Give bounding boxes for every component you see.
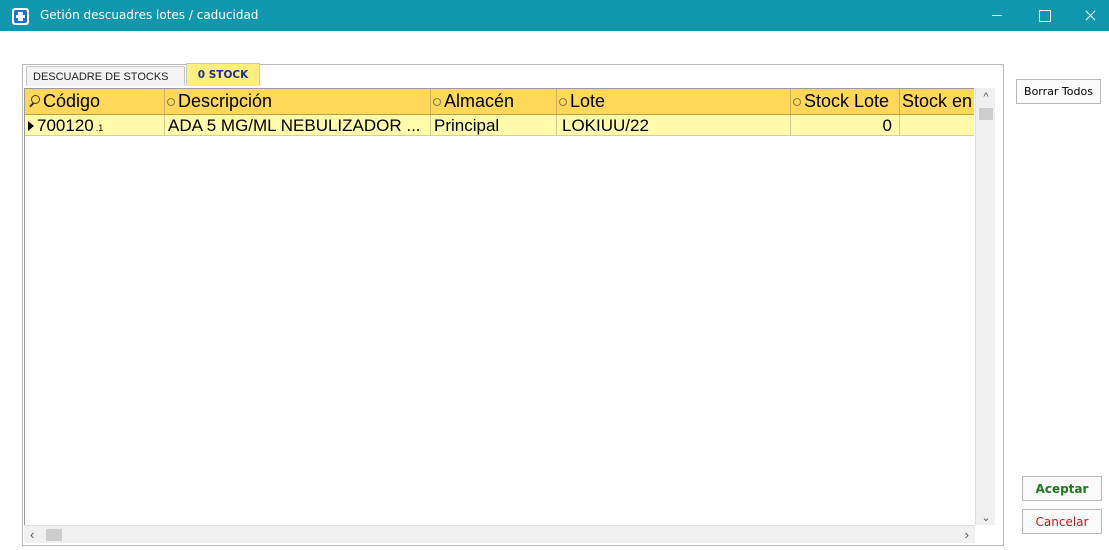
app-icon bbox=[12, 8, 29, 25]
sort-indicator-icon bbox=[793, 97, 801, 106]
scroll-right-icon[interactable]: › bbox=[965, 527, 969, 542]
vertical-scrollbar[interactable]: ^ ⌄ bbox=[975, 88, 995, 525]
column-label: Stock Lote bbox=[804, 91, 890, 111]
borrar-todos-button[interactable]: Borrar Todos bbox=[1016, 79, 1101, 104]
column-label: Lote bbox=[570, 91, 606, 111]
minimize-button[interactable] bbox=[974, 0, 1020, 31]
title-bar: Getión descuadres lotes / caducidad bbox=[0, 0, 1109, 31]
cell-lote: LOKIUU/22 bbox=[557, 115, 791, 136]
stock-grid: Código Descripción Almacén Lote Stock Lo… bbox=[24, 88, 974, 525]
cell-stock-lote: 0 bbox=[791, 115, 900, 136]
tab-descuadre-de-stocks[interactable]: DESCUADRE DE STOCKS bbox=[26, 66, 185, 86]
cancelar-button[interactable]: Cancelar bbox=[1022, 509, 1102, 534]
horizontal-scroll-thumb[interactable] bbox=[46, 529, 62, 541]
scroll-down-icon[interactable]: ⌄ bbox=[976, 511, 996, 525]
grid-header: Código Descripción Almacén Lote Stock Lo… bbox=[25, 89, 974, 115]
cell-almacen: Principal bbox=[431, 115, 557, 136]
column-label: Almacén bbox=[444, 91, 515, 111]
maximize-button[interactable] bbox=[1022, 0, 1068, 31]
scroll-up-icon[interactable]: ^ bbox=[976, 90, 996, 104]
column-header-almacen[interactable]: Almacén bbox=[431, 89, 557, 114]
sort-indicator-icon bbox=[167, 97, 175, 106]
sort-indicator-icon bbox=[433, 97, 441, 106]
cell-codigo: 700120 .1 bbox=[25, 115, 165, 136]
table-row[interactable]: 700120 .1 ADA 5 MG/ML NEBULIZADOR ... Pr… bbox=[25, 115, 974, 136]
column-header-stock-en[interactable]: Stock en bbox=[900, 89, 974, 114]
close-button[interactable] bbox=[1068, 0, 1109, 31]
column-label: Descripción bbox=[178, 91, 273, 111]
cell-stock-en bbox=[900, 115, 974, 136]
column-header-codigo[interactable]: Código bbox=[25, 89, 165, 114]
search-icon[interactable] bbox=[27, 94, 41, 109]
scroll-left-icon[interactable]: ‹ bbox=[30, 527, 34, 542]
tab-0-stock[interactable]: 0 STOCK bbox=[186, 63, 260, 86]
vertical-scroll-thumb[interactable] bbox=[979, 108, 993, 120]
window-title: Getión descuadres lotes / caducidad bbox=[40, 8, 259, 22]
column-label: Stock en bbox=[902, 91, 973, 111]
column-header-descripcion[interactable]: Descripción bbox=[165, 89, 431, 114]
cell-descripcion: ADA 5 MG/ML NEBULIZADOR ... bbox=[165, 115, 431, 136]
column-header-stock-lote[interactable]: Stock Lote bbox=[791, 89, 900, 114]
aceptar-button[interactable]: Aceptar bbox=[1022, 476, 1102, 501]
column-header-lote[interactable]: Lote bbox=[557, 89, 791, 114]
current-row-arrow-icon bbox=[28, 121, 34, 131]
sort-indicator-icon bbox=[559, 97, 567, 106]
column-label: Código bbox=[43, 91, 101, 111]
horizontal-scrollbar[interactable]: ‹ › bbox=[24, 525, 975, 543]
